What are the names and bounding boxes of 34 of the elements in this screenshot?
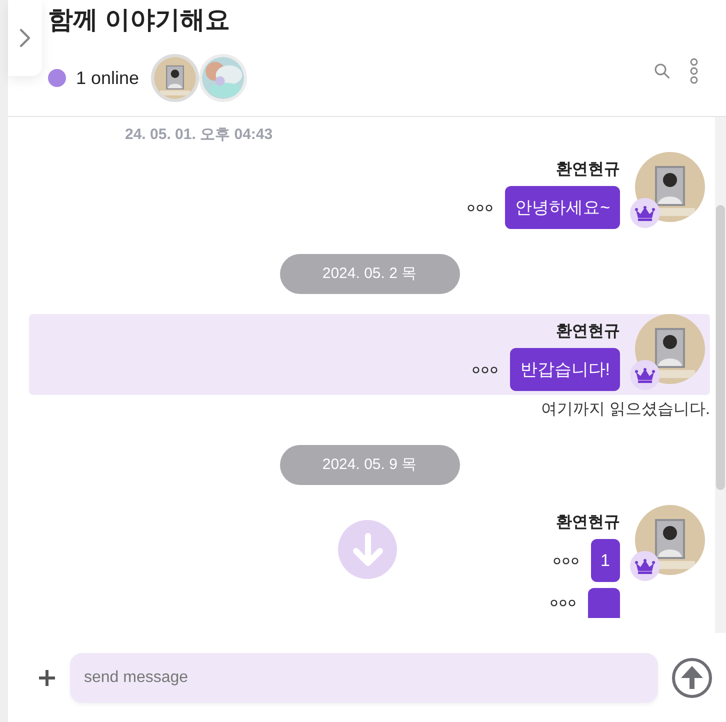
add-attachment-button[interactable] xyxy=(38,669,56,687)
message-bubble: 반갑습니다! xyxy=(510,348,620,391)
unread-dots-icon xyxy=(552,556,579,564)
plus-icon xyxy=(38,669,56,687)
unread-dots-icon xyxy=(550,599,576,607)
sender-name: 환연현규 xyxy=(556,513,620,533)
chat-title: 함께 이야기해요 xyxy=(48,5,231,36)
chevron-right-icon xyxy=(19,28,31,48)
online-status-dot xyxy=(48,69,66,87)
participant-avatar[interactable] xyxy=(151,54,200,102)
message-timestamp: 24. 05. 01. 오후 04:43 xyxy=(125,125,274,145)
search-icon xyxy=(654,63,670,79)
arrow-up-icon xyxy=(680,665,704,691)
send-button[interactable] xyxy=(672,658,712,698)
more-options-button[interactable] xyxy=(690,58,698,84)
search-button[interactable] xyxy=(654,63,670,79)
arrow-down-icon xyxy=(350,532,384,566)
date-divider: 2024. 05. 9 목 xyxy=(280,445,460,485)
read-marker: 여기까지 읽으셨습니다. xyxy=(540,400,710,420)
crown-icon xyxy=(635,368,655,382)
date-divider: 2024. 05. 2 목 xyxy=(280,254,460,294)
online-count: 1 online xyxy=(76,66,140,90)
message-bubble: 안녕하세요~ xyxy=(505,186,620,229)
crown-icon xyxy=(635,558,655,574)
kebab-menu-icon xyxy=(690,58,698,84)
sender-name: 환연현규 xyxy=(556,160,620,180)
message-bubble: 1 xyxy=(590,539,620,582)
unread-dots-icon xyxy=(472,366,498,374)
message-bubble xyxy=(588,588,620,618)
scrollbar[interactable] xyxy=(715,117,726,633)
unread-dots-icon xyxy=(467,204,494,212)
crown-icon xyxy=(635,206,655,220)
message-input-field[interactable]: send message xyxy=(70,653,658,703)
sender-name: 환연현규 xyxy=(556,322,620,342)
